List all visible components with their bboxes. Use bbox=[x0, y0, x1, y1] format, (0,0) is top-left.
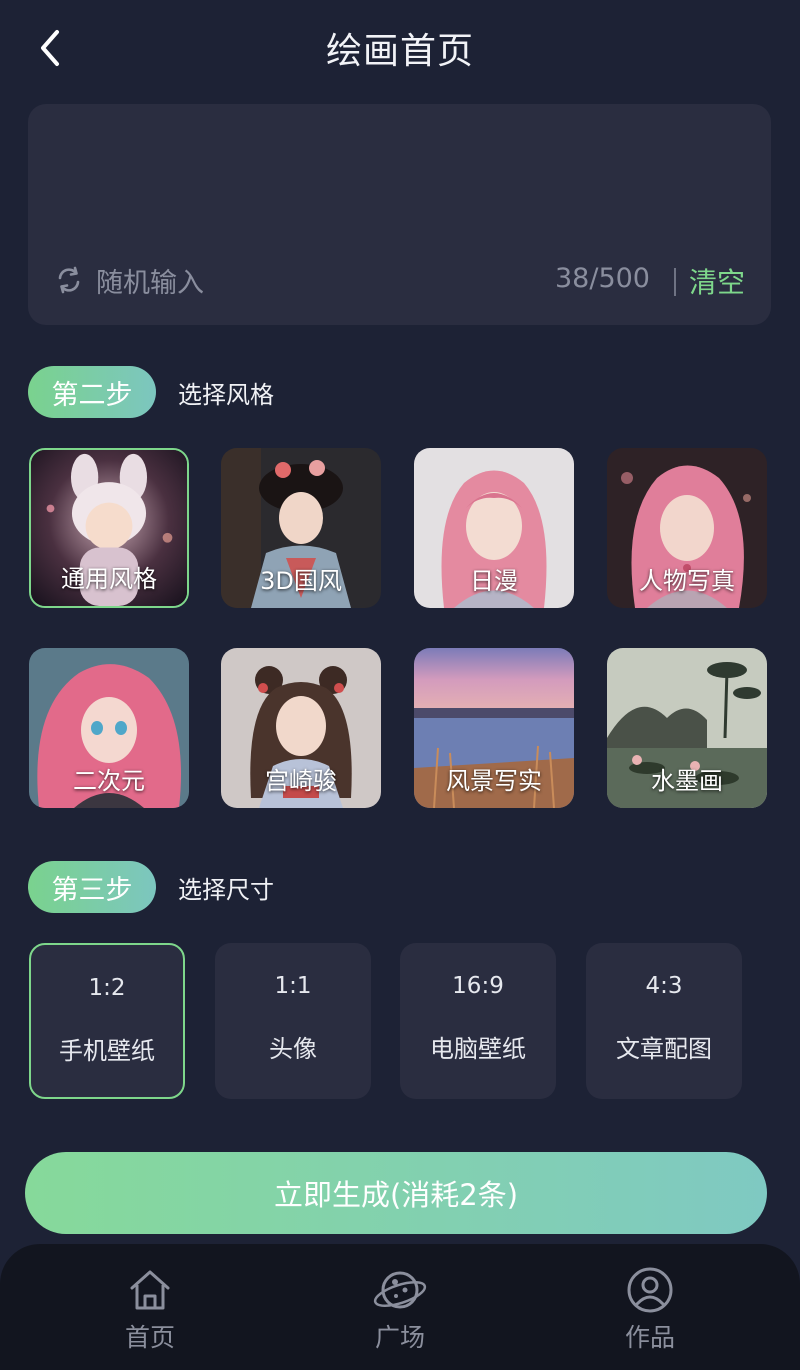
clear-button[interactable]: 清空 bbox=[689, 261, 745, 301]
step-three-header: 第三步 选择尺寸 bbox=[28, 861, 274, 913]
nav-item-plaza[interactable]: 广场 bbox=[340, 1266, 460, 1354]
size-name: 文章配图 bbox=[616, 1035, 712, 1063]
generate-button[interactable]: 立即生成(消耗2条) bbox=[25, 1152, 767, 1234]
step-two-header: 第二步 选择风格 bbox=[28, 366, 274, 418]
style-name: 日漫 bbox=[470, 567, 518, 595]
style-card-general[interactable]: 通用风格 bbox=[29, 448, 189, 608]
style-card-japanese-anime[interactable]: 日漫 bbox=[414, 448, 574, 608]
bottom-nav: 首页 广场 作品 bbox=[0, 1244, 800, 1370]
style-card-ink-painting[interactable]: 水墨画 bbox=[607, 648, 767, 808]
size-ratio: 1:1 bbox=[274, 973, 312, 999]
style-name: 通用风格 bbox=[61, 565, 157, 593]
nav-label: 作品 bbox=[624, 1323, 675, 1352]
style-name: 水墨画 bbox=[651, 767, 723, 795]
size-card-phone-wallpaper[interactable]: 1:2 手机壁纸 bbox=[29, 943, 185, 1099]
step-two-label: 选择风格 bbox=[178, 380, 274, 409]
nav-label: 广场 bbox=[374, 1323, 425, 1352]
counter-divider bbox=[674, 268, 676, 296]
style-card-realistic-landscape[interactable]: 风景写实 bbox=[414, 648, 574, 808]
random-input-label: 随机输入 bbox=[96, 267, 204, 299]
size-card-avatar[interactable]: 1:1 头像 bbox=[215, 943, 371, 1099]
drawing-home-page: 绘画首页 随机输入 38/500 清空 第二步 选择风格 通用风格 3D国风 日… bbox=[0, 0, 800, 1370]
size-ratio: 16:9 bbox=[452, 973, 504, 999]
style-name: 人物写真 bbox=[639, 567, 735, 595]
prompt-input-box[interactable]: 随机输入 38/500 清空 bbox=[28, 104, 771, 325]
size-ratio: 1:2 bbox=[88, 975, 126, 1001]
style-card-miyazaki[interactable]: 宫崎骏 bbox=[221, 648, 381, 808]
style-card-3d-guofeng[interactable]: 3D国风 bbox=[221, 448, 381, 608]
nav-item-works[interactable]: 作品 bbox=[590, 1266, 710, 1354]
home-icon bbox=[130, 1270, 170, 1310]
style-card-anime[interactable]: 二次元 bbox=[29, 648, 189, 808]
style-name: 宫崎骏 bbox=[265, 767, 337, 795]
size-card-desktop-wallpaper[interactable]: 16:9 电脑壁纸 bbox=[400, 943, 556, 1099]
step-three-badge: 第三步 bbox=[28, 861, 156, 913]
prompt-textarea[interactable] bbox=[54, 126, 745, 246]
size-card-article-image[interactable]: 4:3 文章配图 bbox=[586, 943, 742, 1099]
step-three-label: 选择尺寸 bbox=[178, 875, 274, 904]
style-name: 3D国风 bbox=[260, 567, 342, 595]
planet-icon bbox=[373, 1271, 427, 1309]
size-name: 电脑壁纸 bbox=[430, 1035, 526, 1063]
style-name: 二次元 bbox=[73, 767, 145, 795]
character-counter: 38/500 bbox=[555, 263, 650, 294]
page-title: 绘画首页 bbox=[325, 31, 474, 72]
random-input-button[interactable]: 随机输入 bbox=[54, 260, 204, 300]
size-name: 头像 bbox=[269, 1035, 317, 1063]
nav-item-home[interactable]: 首页 bbox=[90, 1266, 210, 1354]
step-two-badge: 第二步 bbox=[28, 366, 156, 418]
style-name: 风景写实 bbox=[446, 767, 542, 795]
size-name: 手机壁纸 bbox=[59, 1037, 155, 1065]
style-card-portrait[interactable]: 人物写真 bbox=[607, 448, 767, 608]
refresh-icon bbox=[58, 266, 80, 294]
user-icon bbox=[627, 1267, 673, 1313]
nav-label: 首页 bbox=[124, 1323, 175, 1352]
size-ratio: 4:3 bbox=[645, 973, 683, 999]
